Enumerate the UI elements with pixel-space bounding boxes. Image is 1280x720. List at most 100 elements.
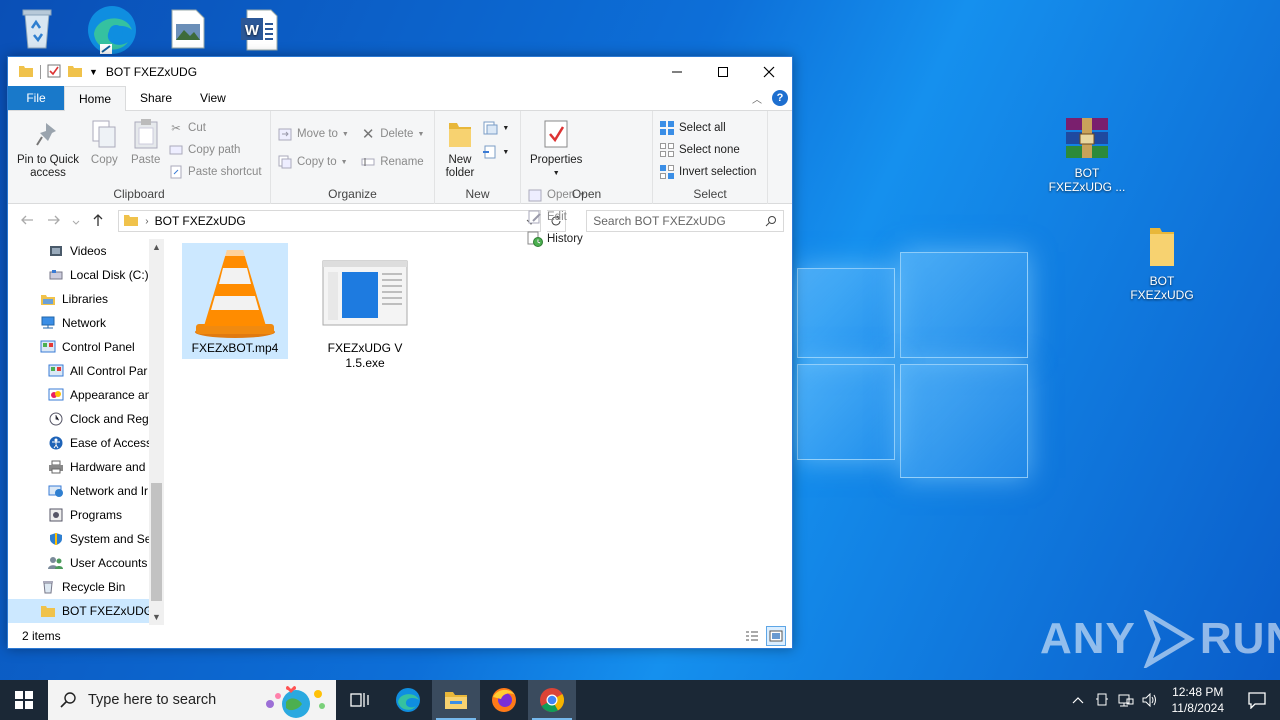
notifications-button[interactable] xyxy=(1234,691,1280,709)
new-folder-button[interactable]: New folder xyxy=(441,115,479,182)
delete-button[interactable]: ✕ Delete ▼ xyxy=(360,125,424,143)
copy-button[interactable]: Copy xyxy=(85,115,123,169)
word-file-desktop-icon[interactable]: W xyxy=(236,8,282,55)
tab-file[interactable]: File xyxy=(8,86,64,110)
recent-locations-button[interactable] xyxy=(71,213,81,229)
pin-icon xyxy=(32,117,64,151)
easy-access-button[interactable]: ▼ xyxy=(482,143,509,161)
nav-item-system-security[interactable]: System and Sec xyxy=(8,527,164,551)
minimize-button[interactable] xyxy=(654,57,700,87)
tray-device-button[interactable] xyxy=(1090,693,1114,707)
file-item-mp4[interactable]: FXEZxBOT.mp4 xyxy=(182,243,288,359)
properties-button[interactable]: Properties ▼ xyxy=(527,115,585,182)
easy-access-icon xyxy=(482,144,498,160)
volume-button[interactable] xyxy=(1138,693,1162,707)
cut-button[interactable]: ✂ Cut xyxy=(168,119,262,137)
control-panel-icon xyxy=(40,339,56,355)
select-all-icon xyxy=(659,120,675,136)
scroll-up-icon[interactable]: ▲ xyxy=(149,239,164,255)
scroll-down-icon[interactable]: ▼ xyxy=(149,609,164,625)
nav-item-bot-folder[interactable]: BOT FXEZxUDG xyxy=(8,599,164,623)
tab-home[interactable]: Home xyxy=(64,86,127,111)
maximize-button[interactable] xyxy=(700,57,746,87)
breadcrumb[interactable]: BOT FXEZxUDG xyxy=(155,214,520,228)
nav-item-hardware[interactable]: Hardware and xyxy=(8,455,164,479)
item-count: 2 items xyxy=(22,629,61,643)
windows-start-icon xyxy=(15,691,33,709)
nav-item-ease-of-access[interactable]: Ease of Access xyxy=(8,431,164,455)
search-icon xyxy=(765,216,776,227)
nav-item-libraries[interactable]: Libraries xyxy=(8,287,164,311)
address-bar[interactable]: › BOT FXEZxUDG xyxy=(118,210,541,232)
nav-item-clock-region[interactable]: Clock and Regi xyxy=(8,407,164,431)
nav-item-all-control-panel[interactable]: All Control Par xyxy=(8,359,164,383)
large-icons-view-button[interactable] xyxy=(766,626,786,646)
device-icon xyxy=(1095,693,1108,706)
back-button[interactable] xyxy=(16,213,38,229)
image-file-desktop-icon[interactable] xyxy=(166,8,210,53)
scroll-thumb[interactable] xyxy=(151,483,162,601)
details-view-button[interactable] xyxy=(742,626,762,646)
nav-scrollbar[interactable]: ▲ ▼ xyxy=(149,239,164,625)
nav-item-appearance[interactable]: Appearance an xyxy=(8,383,164,407)
nav-item-network-internet[interactable]: Network and Ir xyxy=(8,479,164,503)
select-all-button[interactable]: Select all xyxy=(659,119,756,137)
nav-item-recycle-bin[interactable]: Recycle Bin xyxy=(8,575,164,599)
clock[interactable]: 12:48 PM 11/8/2024 xyxy=(1162,684,1235,716)
file-item-exe[interactable]: FXEZxUDG V 1.5.exe xyxy=(312,243,418,377)
new-folder-qat-icon[interactable] xyxy=(67,64,83,81)
taskbar-search-input[interactable]: Type here to search xyxy=(48,680,336,720)
rar-archive-desktop-icon[interactable]: BOT FXEZxUDG ... xyxy=(1047,116,1127,194)
collapse-ribbon-icon[interactable]: ︿ xyxy=(752,91,762,106)
show-hidden-icons-button[interactable] xyxy=(1066,696,1090,704)
nav-item-programs[interactable]: Programs xyxy=(8,503,164,527)
chevron-down-icon xyxy=(72,220,80,225)
search-input[interactable]: Search BOT FXEZxUDG xyxy=(586,210,784,232)
new-item-button[interactable]: ▼ xyxy=(482,119,509,137)
paste-shortcut-button[interactable]: Paste shortcut xyxy=(168,163,262,181)
forward-button[interactable] xyxy=(44,213,66,229)
maximize-icon xyxy=(718,67,728,77)
invert-selection-button[interactable]: Invert selection xyxy=(659,163,756,181)
rename-button[interactable]: Rename xyxy=(360,153,424,171)
copy-path-button[interactable]: Copy path xyxy=(168,141,262,159)
help-icon[interactable]: ? xyxy=(772,90,788,106)
chrome-icon xyxy=(540,688,565,713)
close-button[interactable] xyxy=(746,57,792,87)
task-view-button[interactable] xyxy=(336,680,384,720)
edge-desktop-icon[interactable] xyxy=(74,4,150,59)
taskbar-file-explorer-button[interactable] xyxy=(432,680,480,720)
nav-item-user-accounts[interactable]: User Accounts xyxy=(8,551,164,575)
select-none-button[interactable]: Select none xyxy=(659,141,756,159)
up-button[interactable] xyxy=(87,213,109,230)
content-area: Videos Local Disk (C:) Libraries Network… xyxy=(8,239,792,625)
edit-button[interactable]: Edit xyxy=(527,208,586,226)
copy-to-label: Copy to xyxy=(297,156,337,168)
folder-desktop-icon[interactable]: BOT FXEZxUDG xyxy=(1122,224,1202,302)
recycle-bin-icon xyxy=(22,9,52,49)
taskbar-chrome-button[interactable] xyxy=(528,680,576,720)
properties-check-icon[interactable] xyxy=(47,64,61,81)
qat-dropdown-icon[interactable]: ▼ xyxy=(89,67,98,77)
tab-view[interactable]: View xyxy=(186,86,240,110)
network-tray-button[interactable] xyxy=(1114,693,1138,707)
nav-item-videos[interactable]: Videos xyxy=(8,239,164,263)
recycle-bin-desktop-icon[interactable] xyxy=(0,6,74,53)
paste-button[interactable]: Paste xyxy=(127,115,165,169)
taskbar-edge-button[interactable] xyxy=(384,680,432,720)
taskbar-firefox-button[interactable] xyxy=(480,680,528,720)
folder-address-icon xyxy=(123,213,139,230)
start-button[interactable] xyxy=(0,680,48,720)
nav-item-network[interactable]: Network xyxy=(8,311,164,335)
libraries-icon xyxy=(40,291,56,307)
paste-shortcut-label: Paste shortcut xyxy=(188,166,262,178)
nav-item-control-panel[interactable]: Control Panel xyxy=(8,335,164,359)
file-name-exe-line1: FXEZxUDG V xyxy=(327,341,403,355)
copy-to-button[interactable]: Copy to ▼ xyxy=(277,153,349,171)
move-to-button[interactable]: Move to ▼ xyxy=(277,125,349,143)
copy-path-label: Copy path xyxy=(188,144,241,156)
tab-share[interactable]: Share xyxy=(126,86,186,110)
nav-item-local-disk[interactable]: Local Disk (C:) xyxy=(8,263,164,287)
folder-icon xyxy=(1146,224,1178,270)
pin-to-quick-access-button[interactable]: Pin to Quick access xyxy=(14,115,82,182)
